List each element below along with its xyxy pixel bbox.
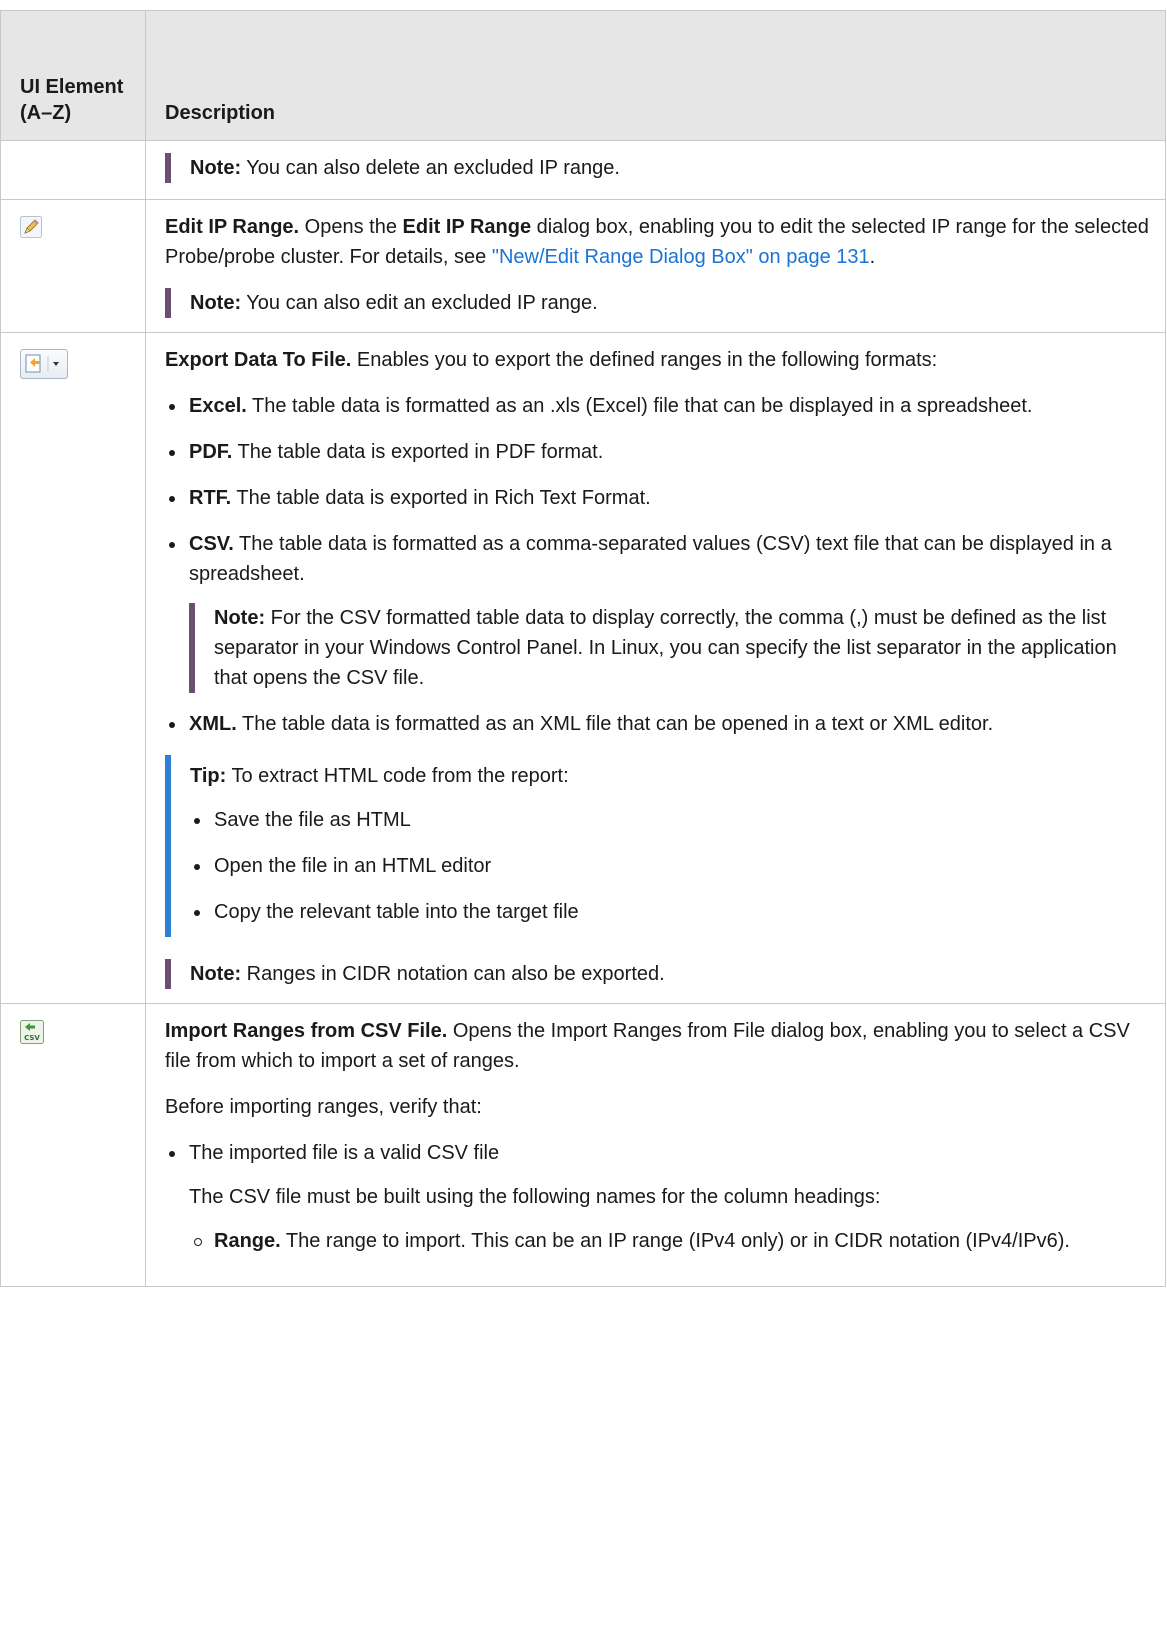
list-item: XML. The table data is formatted as an X… — [165, 709, 1150, 739]
list-item: CSV. The table data is formatted as a co… — [165, 529, 1150, 693]
new-edit-range-link[interactable]: "New/Edit Range Dialog Box" on page 131 — [492, 246, 870, 268]
svg-text:CSV: CSV — [24, 1034, 40, 1042]
column-header-description: Description — [145, 10, 1166, 141]
format-text: The table data is exported in PDF format… — [232, 441, 604, 463]
note-block: Note: You can also delete an excluded IP… — [165, 153, 1150, 183]
icon-cell — [0, 199, 146, 333]
icon-cell — [0, 140, 146, 200]
list-item: Copy the relevant table into the target … — [190, 897, 1150, 927]
edit-title: Edit IP Range. — [165, 216, 300, 238]
import-verify: Before importing ranges, verify that: — [165, 1096, 482, 1118]
tip-block: Tip: To extract HTML code from the repor… — [165, 755, 1150, 937]
list-item: Excel. The table data is formatted as an… — [165, 391, 1150, 421]
note-label: Note: — [214, 607, 266, 629]
format-name: XML. — [189, 713, 237, 735]
icon-cell — [0, 332, 146, 1004]
csv-note-block: Note: For the CSV formatted table data t… — [189, 603, 1150, 693]
format-name: PDF. — [189, 441, 233, 463]
heading-name: Range. — [214, 1230, 281, 1252]
edit-text: . — [869, 246, 876, 268]
format-name: CSV. — [189, 533, 234, 555]
import-verify-list: The imported file is a valid CSV file Th… — [165, 1138, 1150, 1256]
format-name: Excel. — [189, 395, 247, 417]
tip-steps-list: Save the file as HTML Open the file in a… — [190, 805, 1150, 927]
table-header-row: UI Element (A–Z) Description — [0, 10, 1166, 141]
edit-dialog-name: Edit IP Range — [402, 216, 532, 238]
column-heading-list: Range. The range to import. This can be … — [189, 1226, 1150, 1256]
note-text: You can also delete an excluded IP range… — [241, 157, 620, 179]
format-text: The table data is exported in Rich Text … — [231, 487, 651, 509]
note-label: Note: — [190, 963, 242, 985]
note-label: Note: — [190, 157, 242, 179]
description-cell: Note: You can also delete an excluded IP… — [145, 140, 1166, 200]
edit-description: Edit IP Range. Opens the Edit IP Range d… — [165, 212, 1150, 272]
description-cell: Edit IP Range. Opens the Edit IP Range d… — [145, 199, 1166, 333]
table-row: Edit IP Range. Opens the Edit IP Range d… — [0, 199, 1166, 333]
note-block: Note: Ranges in CIDR notation can also b… — [165, 959, 1150, 989]
description-cell: Import Ranges from CSV File. Opens the I… — [145, 1003, 1166, 1287]
item-sub-text: The CSV file must be built using the fol… — [189, 1186, 881, 1208]
list-item: PDF. The table data is exported in PDF f… — [165, 437, 1150, 467]
note-block: Note: You can also edit an excluded IP r… — [165, 288, 1150, 318]
format-name: RTF. — [189, 487, 232, 509]
note-text: You can also edit an excluded IP range. — [241, 292, 598, 314]
import-csv-icon[interactable]: CSV — [20, 1020, 44, 1044]
list-item: The imported file is a valid CSV file Th… — [165, 1138, 1150, 1256]
ui-elements-table: UI Element (A–Z) Description Note: You c… — [0, 10, 1166, 1287]
table-row: CSV Import Ranges from CSV File. Opens t… — [0, 1003, 1166, 1287]
format-text: The table data is formatted as an XML fi… — [236, 713, 994, 735]
note-text: For the CSV formatted table data to disp… — [214, 607, 1117, 689]
export-description: Export Data To File. Enables you to expo… — [165, 345, 1150, 375]
export-format-list: Excel. The table data is formatted as an… — [165, 391, 1150, 739]
item-text: The imported file is a valid CSV file — [189, 1142, 500, 1164]
table-row: Note: You can also delete an excluded IP… — [0, 140, 1166, 200]
tip-text: To extract HTML code from the report: — [226, 765, 569, 787]
note-label: Note: — [190, 292, 242, 314]
import-title: Import Ranges from CSV File. — [165, 1020, 448, 1042]
import-description: Import Ranges from CSV File. Opens the I… — [165, 1016, 1150, 1076]
export-icon[interactable] — [20, 349, 68, 379]
tip-label: Tip: — [190, 765, 227, 787]
pencil-icon[interactable] — [20, 216, 42, 238]
export-title: Export Data To File. — [165, 349, 352, 371]
list-item: Save the file as HTML — [190, 805, 1150, 835]
format-text: The table data is formatted as a comma-s… — [189, 533, 1112, 585]
list-item: Open the file in an HTML editor — [190, 851, 1150, 881]
note-text: Ranges in CIDR notation can also be expo… — [241, 963, 665, 985]
table-row: Export Data To File. Enables you to expo… — [0, 332, 1166, 1004]
heading-text: The range to import. This can be an IP r… — [280, 1230, 1070, 1252]
format-text: The table data is formatted as an .xls (… — [246, 395, 1033, 417]
export-intro: Enables you to export the defined ranges… — [351, 349, 938, 371]
list-item: RTF. The table data is exported in Rich … — [165, 483, 1150, 513]
edit-text: Opens the — [299, 216, 403, 238]
icon-cell: CSV — [0, 1003, 146, 1287]
list-item: Range. The range to import. This can be … — [189, 1226, 1150, 1256]
description-cell: Export Data To File. Enables you to expo… — [145, 332, 1166, 1004]
column-header-ui-element: UI Element (A–Z) — [0, 10, 146, 141]
tip-intro: Tip: To extract HTML code from the repor… — [190, 761, 1150, 791]
